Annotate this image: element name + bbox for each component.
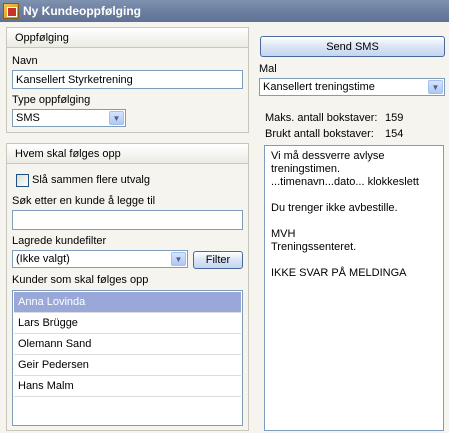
saved-filter-value: (Ikke valgt) (16, 253, 70, 265)
type-select-value: SMS (16, 112, 40, 124)
type-label: Type oppfølging (12, 94, 91, 106)
template-select[interactable]: Kansellert treningstime ▼ (259, 78, 445, 96)
message-line: ...timenavn...dato... klokkeslett (271, 176, 419, 188)
list-item[interactable]: Anna Lovinda (14, 292, 241, 313)
filter-button[interactable]: Filter (193, 251, 243, 269)
list-item[interactable]: Lars Brügge (14, 313, 241, 334)
chevron-down-icon[interactable]: ▼ (428, 80, 443, 94)
used-chars-value: 154 (385, 128, 404, 140)
who-header-label: Hvem skal følges opp (15, 148, 121, 160)
who-panel: Hvem skal følges opp Slå sammen flere ut… (6, 143, 249, 431)
max-chars-value: 159 (385, 112, 404, 124)
template-label: Mal (259, 63, 277, 75)
who-panel-header: Hvem skal følges opp (7, 144, 248, 164)
max-chars-label: Maks. antall bokstaver: (265, 112, 378, 124)
name-label: Navn (12, 55, 38, 67)
type-select[interactable]: SMS ▼ (12, 109, 126, 127)
window-title: Ny Kundeoppfølging (23, 4, 141, 18)
window-content: Oppfølging Navn Kansellert Styrketrening… (0, 22, 449, 433)
used-chars-label: Brukt antall bokstaver: (265, 128, 374, 140)
message-line: MVH (271, 228, 296, 240)
merge-checkbox-label[interactable]: Slå sammen flere utvalg (32, 174, 150, 186)
saved-filter-label: Lagrede kundefilter (12, 235, 107, 247)
search-label: Søk etter en kunde å legge til (12, 195, 156, 207)
message-line: Treningssenteret. (271, 241, 357, 253)
name-input[interactable]: Kansellert Styrketrening (12, 70, 243, 89)
list-item[interactable]: Hans Malm (14, 376, 241, 397)
message-textarea[interactable]: Vi må dessverre avlyse treningstimen. ..… (264, 145, 444, 431)
customers-listbox[interactable]: Anna Lovinda Lars Brügge Olemann Sand Ge… (12, 290, 243, 426)
merge-checkbox[interactable] (16, 174, 29, 187)
list-item[interactable]: Olemann Sand (14, 334, 241, 355)
saved-filter-select[interactable]: (Ikke valgt) ▼ (12, 250, 188, 268)
message-line: Vi må dessverre avlyse (271, 150, 385, 162)
followup-panel-header: Oppfølging (7, 28, 248, 48)
list-item[interactable]: Geir Pedersen (14, 355, 241, 376)
template-select-value: Kansellert treningstime (263, 81, 375, 93)
followup-panel: Oppfølging Navn Kansellert Styrketrening… (6, 27, 249, 133)
chevron-down-icon[interactable]: ▼ (171, 252, 186, 266)
send-sms-button[interactable]: Send SMS (260, 36, 445, 57)
message-line: treningstimen. (271, 163, 341, 175)
message-line: IKKE SVAR PÅ MELDINGA (271, 267, 407, 279)
customers-label: Kunder som skal følges opp (12, 274, 149, 286)
window-titlebar[interactable]: Ny Kundeoppfølging (0, 0, 449, 22)
app-icon (3, 3, 19, 19)
message-line: Du trenger ikke avbestille. (271, 202, 398, 214)
chevron-down-icon[interactable]: ▼ (109, 111, 124, 125)
followup-header-label: Oppfølging (15, 32, 69, 44)
name-input-value: Kansellert Styrketrening (16, 74, 133, 86)
customer-search-input[interactable] (12, 210, 243, 230)
